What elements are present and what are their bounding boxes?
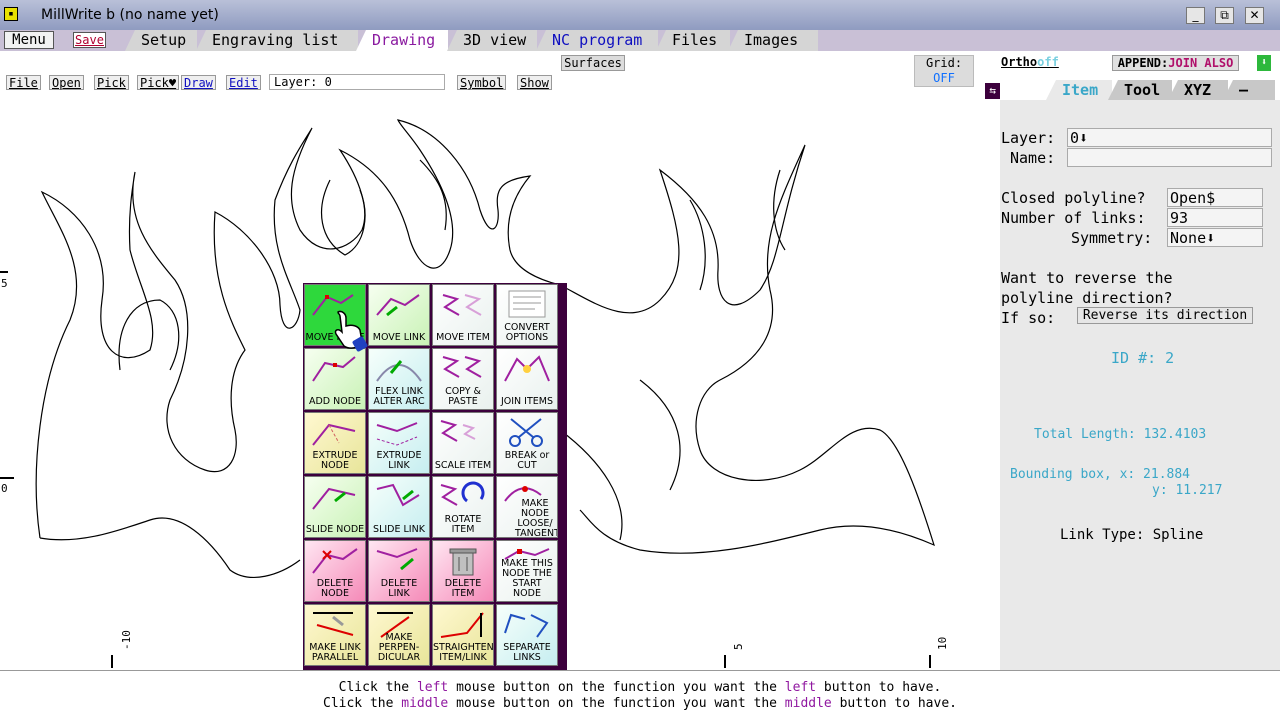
- panel-tab-item[interactable]: Item: [1046, 80, 1112, 100]
- bounding-box-y: y: 11.217: [1152, 483, 1223, 498]
- tool-make-node-loose[interactable]: MAKE NODE LOOSE/ TANGENT: [496, 476, 558, 538]
- tab-setup[interactable]: Setup: [125, 30, 197, 51]
- tool-convert-options[interactable]: CONVERT OPTIONS: [496, 284, 558, 346]
- close-button[interactable]: ✕: [1245, 7, 1264, 24]
- draw-button[interactable]: Draw: [181, 75, 216, 90]
- panel-tab-xyz[interactable]: XYZ: [1168, 80, 1228, 100]
- grid-toggle[interactable]: Grid: OFF: [914, 55, 974, 87]
- tool-extrude-link[interactable]: EXTRUDE LINK: [368, 412, 430, 474]
- save-button[interactable]: Save: [73, 32, 106, 48]
- name-label: Name:: [1010, 149, 1056, 167]
- ortho-state: off: [1037, 55, 1059, 69]
- ortho-toggle[interactable]: Orthooff: [1001, 55, 1059, 69]
- tool-extrude-node[interactable]: EXTRUDE NODE: [304, 412, 366, 474]
- symmetry-label: Symmetry:: [1071, 229, 1153, 247]
- menu-button[interactable]: Menu: [4, 31, 54, 49]
- trash-icon: [449, 548, 477, 576]
- reverse-question-1: Want to reverse the: [1001, 269, 1173, 287]
- bounding-box-x: Bounding box, x: 21.884: [1010, 467, 1191, 482]
- grid-value: OFF: [933, 71, 955, 85]
- tool-flex-link[interactable]: FLEX LINK ALTER ARC: [368, 348, 430, 410]
- tool-slide-link[interactable]: SLIDE LINK: [368, 476, 430, 538]
- tool-delete-item[interactable]: DELETE ITEM: [432, 540, 494, 602]
- tab-drawing[interactable]: Drawing: [356, 30, 448, 51]
- reverse-question-2: polyline direction?: [1001, 289, 1173, 307]
- status-line-2: Click the middle mouse button on the fun…: [323, 696, 957, 711]
- show-button[interactable]: Show: [517, 75, 552, 90]
- closed-polyline-label: Closed polyline?: [1001, 189, 1146, 207]
- number-of-links-label: Number of links:: [1001, 209, 1146, 227]
- tool-separate-links[interactable]: SEPARATE LINKS: [496, 604, 558, 666]
- layer-field[interactable]: Layer: 0: [269, 74, 445, 90]
- open-button[interactable]: Open: [49, 75, 84, 90]
- append-value: JOIN ALSO: [1168, 56, 1234, 70]
- tool-make-link-parallel[interactable]: MAKE LINK PARALLEL: [304, 604, 366, 666]
- symmetry-select[interactable]: None⬇: [1167, 228, 1263, 247]
- app-icon[interactable]: ▪: [4, 7, 18, 21]
- closed-polyline-select[interactable]: Open$: [1167, 188, 1263, 207]
- minimize-button[interactable]: _: [1186, 7, 1205, 24]
- panel-tab-tool[interactable]: Tool: [1108, 80, 1172, 100]
- tab-bar: Menu Save Setup Engraving list Drawing 3…: [0, 30, 1280, 51]
- tab-3d-view[interactable]: 3D view: [447, 30, 537, 51]
- link-type: Link Type: Spline: [1060, 527, 1203, 543]
- pick-button[interactable]: Pick: [94, 75, 129, 90]
- pin-icon[interactable]: ⬇: [1257, 55, 1271, 71]
- tab-engraving-list[interactable]: Engraving list: [196, 30, 358, 51]
- swap-arrows-icon[interactable]: ⇆: [985, 83, 1000, 99]
- tool-move-link[interactable]: MOVE LINK: [368, 284, 430, 346]
- total-length: Total Length: 132.4103: [1034, 427, 1207, 442]
- x-tick-label: 5: [732, 643, 745, 650]
- tab-nc-program[interactable]: NC program: [536, 30, 658, 51]
- maximize-button[interactable]: ⧉: [1215, 7, 1234, 24]
- link-type-value: Spline: [1152, 527, 1204, 543]
- pick-heart-button[interactable]: Pick♥: [137, 75, 180, 90]
- x-tick-label: -10: [120, 630, 133, 650]
- ortho-label: Ortho: [1001, 55, 1038, 69]
- name-field[interactable]: [1067, 148, 1272, 167]
- file-button[interactable]: File: [6, 75, 41, 90]
- append-label: APPEND:: [1117, 56, 1169, 70]
- tab-files[interactable]: Files: [656, 30, 730, 51]
- x-tick-label: 10: [936, 637, 949, 650]
- tool-scale-item[interactable]: SCALE ITEM: [432, 412, 494, 474]
- y-tick-label: 5: [1, 277, 8, 290]
- tool-slide-node[interactable]: SLIDE NODE: [304, 476, 366, 538]
- tool-break-cut[interactable]: BREAK or CUT: [496, 412, 558, 474]
- layer-label: Layer:: [1001, 129, 1056, 147]
- link-type-label: Link Type:: [1060, 527, 1145, 543]
- reverse-question-3: If so:: [1001, 309, 1056, 327]
- hand-pointer-icon: [332, 306, 368, 352]
- status-bar: Click the left mouse button on the funct…: [0, 670, 1280, 720]
- tool-join-items[interactable]: JOIN ITEMS: [496, 348, 558, 410]
- tool-delete-link[interactable]: DELETE LINK: [368, 540, 430, 602]
- tool-rotate-item[interactable]: ROTATE ITEM: [432, 476, 494, 538]
- title-bar: ▪ MillWrite b (no name yet) _ ⧉ ✕: [0, 0, 1280, 30]
- surfaces-button[interactable]: Surfaces: [561, 55, 625, 71]
- tool-make-start-node[interactable]: MAKE THIS NODE THE START NODE: [496, 540, 558, 602]
- tool-add-node[interactable]: ADD NODE: [304, 348, 366, 410]
- tool-copy-paste[interactable]: COPY & PASTE: [432, 348, 494, 410]
- item-id: ID #: 2: [1111, 349, 1175, 367]
- number-of-links-value: 93: [1167, 208, 1263, 227]
- append-toggle[interactable]: APPEND:JOIN ALSO: [1112, 55, 1239, 71]
- window-title: MillWrite b (no name yet): [41, 7, 219, 23]
- layer-select[interactable]: 0⬇: [1067, 128, 1272, 147]
- symbol-button[interactable]: Symbol: [457, 75, 507, 90]
- tool-move-item[interactable]: MOVE ITEM: [432, 284, 494, 346]
- grid-label: Grid:: [925, 56, 963, 70]
- y-tick-label: 0: [1, 482, 8, 495]
- reverse-direction-button[interactable]: Reverse its direction: [1077, 307, 1253, 324]
- tool-make-perpendicular[interactable]: MAKE PERPEN- DICULAR: [368, 604, 430, 666]
- tab-images[interactable]: Images: [728, 30, 818, 51]
- tool-delete-node[interactable]: DELETE NODE: [304, 540, 366, 602]
- edit-button[interactable]: Edit: [226, 75, 261, 90]
- status-line-1: Click the left mouse button on the funct…: [338, 680, 942, 695]
- tool-straighten[interactable]: STRAIGHTEN ITEM/LINK: [432, 604, 494, 666]
